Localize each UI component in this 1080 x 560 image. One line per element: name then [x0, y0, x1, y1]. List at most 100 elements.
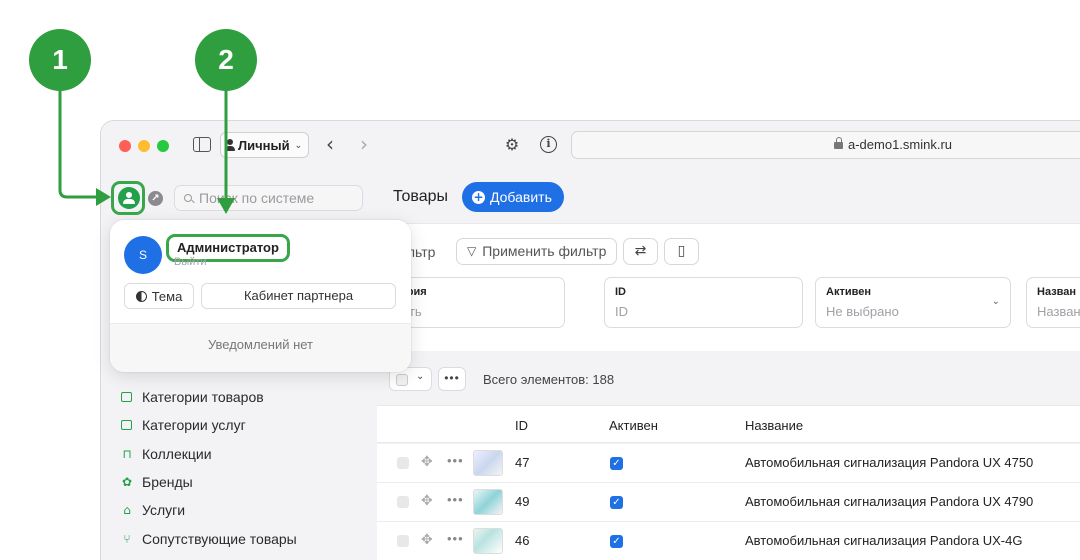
theme-icon: [135, 290, 147, 302]
branch-icon: ⑂: [123, 531, 131, 546]
page-title: Товары: [393, 188, 449, 205]
sidebar-item-label: Бренды: [142, 474, 193, 491]
theme-button[interactable]: Тема: [124, 283, 194, 309]
info-icon[interactable]: i: [540, 136, 557, 153]
browser-profile-label: Личный: [238, 137, 290, 153]
sidebar-toggle-icon[interactable]: [193, 137, 211, 152]
filter-field-label: Активен: [826, 286, 871, 298]
minimize-window-button[interactable]: [138, 140, 150, 152]
table-row[interactable]: ✥ ••• 47 ✓ Автомобильная сигнализация Pa…: [377, 444, 1080, 483]
address-bar[interactable]: a-demo1.smink.ru: [571, 131, 1080, 159]
sidebar-nav: Категории товаров Категории услуг ⊓ Колл…: [121, 383, 297, 553]
sidebar-item-brands[interactable]: ✿ Бренды: [121, 468, 297, 496]
screenshot-stage: Личный ⌄ ‹ › ⚙ i a-demo1.smink.ru ↗ Поис…: [0, 0, 1080, 560]
folder-icon: [121, 420, 132, 431]
cell-name: Автомобильная сигнализация Pandora UX 47…: [745, 455, 1034, 470]
avatar: S: [124, 236, 162, 274]
profile-icon-highlight: [111, 181, 145, 215]
row-checkbox[interactable]: [397, 496, 409, 508]
column-header-name[interactable]: Название: [745, 418, 803, 433]
chevron-down-icon: ⌄: [294, 139, 303, 150]
folder-icon: [121, 392, 132, 403]
browser-profile-button[interactable]: Личный ⌄: [220, 132, 310, 158]
sidebar-item-related-products[interactable]: ⑂ Сопутствующие товары: [121, 524, 297, 552]
cell-name: Автомобильная сигнализация Pandora UX 47…: [745, 494, 1034, 509]
search-icon: [184, 194, 192, 202]
table-panel: ⌄ ••• Всего элементов: 188 ID Активен На…: [377, 355, 1080, 560]
cell-id: 49: [515, 494, 530, 509]
product-thumbnail: [473, 450, 503, 476]
sidebar-item-label: Сопутствующие товары: [142, 530, 297, 547]
external-link-icon[interactable]: ↗: [148, 191, 163, 206]
house-icon: ⌂: [123, 503, 131, 518]
user-menu-popup: S Администратор Выйти Тема Кабинет партн…: [110, 220, 411, 372]
row-checkbox[interactable]: [397, 535, 409, 547]
row-menu-icon[interactable]: •••: [447, 453, 464, 468]
drag-handle-icon[interactable]: ✥: [421, 493, 433, 509]
lock-icon: [834, 137, 843, 149]
sidebar-item-label: Коллекции: [142, 445, 212, 462]
filter-field-name[interactable]: Назван Назван: [1026, 277, 1080, 328]
close-window-button[interactable]: [119, 140, 131, 152]
sidebar-item-service-categories[interactable]: Категории услуг: [121, 411, 297, 439]
table-row[interactable]: ✥ ••• 49 ✓ Автомобильная сигнализация Pa…: [377, 483, 1080, 522]
chevron-down-icon: ⌄: [991, 296, 1000, 307]
plus-icon: +: [472, 189, 485, 204]
callout-badge-2: 2: [195, 29, 257, 91]
cell-id: 47: [515, 455, 530, 470]
cell-name: Автомобильная сигнализация Pandora UX-4G: [745, 533, 1023, 548]
callout-badge-1: 1: [29, 29, 91, 91]
gear-icon[interactable]: ⚙: [503, 136, 521, 154]
arrow-1-line: [58, 80, 98, 199]
row-checkbox[interactable]: [397, 457, 409, 469]
product-thumbnail: [473, 489, 503, 515]
theme-button-label: Тема: [151, 288, 183, 304]
active-checkbox[interactable]: ✓: [610, 457, 623, 470]
notifications-empty: Уведомлений нет: [110, 323, 411, 372]
filter-settings-button[interactable]: ⇄: [623, 238, 658, 265]
row-menu-icon[interactable]: •••: [447, 492, 464, 507]
forward-arrow-icon[interactable]: ›: [360, 133, 368, 155]
filter-field-value: ID: [615, 304, 628, 319]
maximize-window-button[interactable]: [157, 140, 169, 152]
table-header: ID Активен Название: [377, 405, 1080, 443]
filter-field-value: Не выбрано: [826, 304, 899, 319]
search-placeholder: Поиск по системе: [199, 190, 315, 206]
sidebar-item-services[interactable]: ⌂ Услуги: [121, 496, 297, 524]
select-all-checkbox[interactable]: [396, 374, 408, 386]
add-button-label: Добавить: [490, 189, 552, 205]
table-row[interactable]: ✥ ••• 46 ✓ Автомобильная сигнализация Pa…: [377, 522, 1080, 560]
apply-filter-label: Применить фильтр: [482, 243, 607, 259]
back-arrow-icon[interactable]: ‹: [326, 133, 334, 155]
filter-field-active[interactable]: Активен Не выбрано ⌄: [815, 277, 1011, 328]
drag-handle-icon[interactable]: ✥: [421, 454, 433, 470]
sidebar-item-label: Категории услуг: [142, 417, 246, 434]
row-menu-icon[interactable]: •••: [447, 531, 464, 546]
filter-field-label: ID: [615, 286, 626, 298]
sidebar-item-label: Категории товаров: [142, 389, 264, 406]
active-checkbox[interactable]: ✓: [610, 496, 623, 509]
active-checkbox[interactable]: ✓: [610, 535, 623, 548]
apply-filter-button[interactable]: ▽ Применить фильтр: [456, 238, 618, 265]
product-thumbnail: [473, 528, 503, 554]
filter-field-label: Назван: [1037, 286, 1077, 298]
add-button[interactable]: + Добавить: [462, 182, 564, 212]
filter-panel: ильтр ▽ Применить фильтр ⇄ ▯ атегория ыб…: [367, 223, 1080, 351]
bag-icon: ⊓: [122, 446, 132, 461]
total-count: Всего элементов: 188: [483, 372, 615, 387]
logout-link[interactable]: Выйти: [174, 256, 207, 268]
column-header-active[interactable]: Активен: [609, 418, 658, 433]
partner-cabinet-button[interactable]: Кабинет партнера: [201, 283, 396, 309]
filter-field-value: Назван: [1037, 304, 1080, 319]
sidebar-item-product-categories[interactable]: Категории товаров: [121, 383, 297, 411]
more-actions-button[interactable]: •••: [438, 367, 466, 391]
search-input[interactable]: Поиск по системе: [174, 185, 363, 211]
saved-filters-button[interactable]: ▯: [664, 238, 699, 265]
cell-id: 46: [515, 533, 530, 548]
chevron-down-icon: ⌄: [416, 371, 425, 382]
column-header-id[interactable]: ID: [515, 418, 528, 433]
person-icon: [225, 139, 235, 151]
filter-field-id[interactable]: ID ID: [604, 277, 803, 328]
sidebar-item-collections[interactable]: ⊓ Коллекции: [121, 440, 297, 468]
drag-handle-icon[interactable]: ✥: [421, 532, 433, 548]
